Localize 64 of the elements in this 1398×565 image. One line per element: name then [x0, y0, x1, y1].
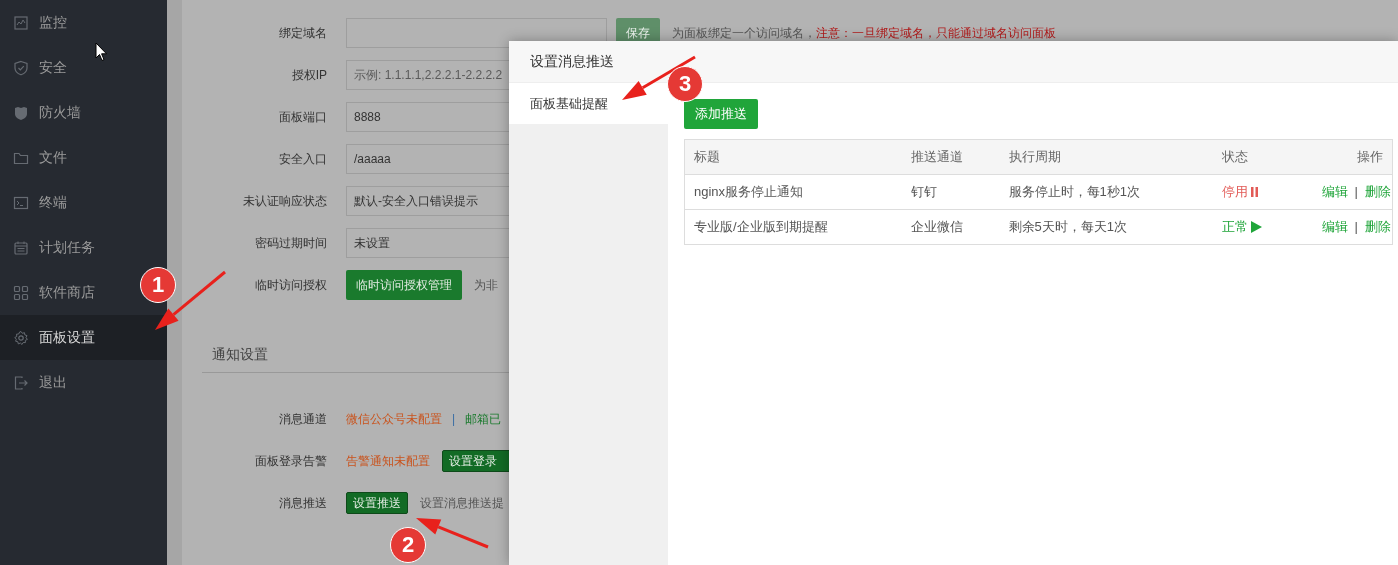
edit-link[interactable]: 编辑: [1321, 184, 1348, 199]
firewall-icon: [13, 104, 29, 121]
set-push-button[interactable]: 设置推送: [346, 492, 408, 514]
grid-icon: [13, 284, 29, 301]
column-header: 标题: [684, 139, 902, 175]
sidebar-item[interactable]: 安全: [0, 45, 75, 90]
column-header: 操作: [1312, 139, 1393, 175]
channel-status: 邮箱已: [465, 410, 502, 428]
sidebar-item[interactable]: 计划任务: [0, 225, 103, 270]
delete-link[interactable]: 删除: [1364, 219, 1391, 234]
field-label: 消息推送: [278, 494, 327, 512]
play-icon: [1250, 221, 1262, 233]
table-cell: 专业版/企业版到期提醒: [684, 209, 902, 245]
field-label: 临时访问授权: [254, 276, 327, 294]
column-header: 状态: [1212, 139, 1313, 175]
column-header: 推送通道: [901, 139, 1000, 175]
separator: |: [1354, 219, 1358, 234]
field-label: 授权IP: [290, 66, 327, 84]
table-cell: 剩余5天时，每天1次: [999, 209, 1213, 245]
edit-link[interactable]: 编辑: [1321, 219, 1348, 234]
dialog-tab[interactable]: 面板基础提醒: [509, 83, 668, 124]
sidebar-item[interactable]: 监控: [0, 0, 75, 45]
field-label: 消息通道: [278, 410, 327, 428]
hint-text: 设置消息推送提: [420, 494, 504, 512]
field-label: 安全入口: [278, 150, 327, 168]
separator: |: [452, 412, 456, 426]
calendar-icon: [13, 239, 29, 256]
shield-icon: [13, 59, 29, 76]
field-label: 绑定域名: [278, 24, 327, 42]
text-field[interactable]: [346, 18, 607, 48]
table-cell: nginx服务停止通知: [684, 174, 902, 210]
table-cell: 企业微信: [901, 209, 1000, 245]
annotation-arrow: [155, 270, 226, 330]
hint-text: 为非: [474, 276, 498, 294]
settings-icon: [13, 329, 29, 346]
chart-icon: [13, 14, 29, 31]
separator: |: [1354, 184, 1358, 199]
status-label: 停用: [1221, 183, 1258, 201]
table-cell: 服务停止时，每1秒1次: [999, 174, 1213, 210]
sidebar-item[interactable]: 防火墙: [0, 90, 89, 135]
pause-icon: [1250, 187, 1258, 197]
field-label: 密码过期时间: [254, 234, 327, 252]
warning-text: 注意：一旦绑定域名，只能通过域名访问面板: [816, 24, 1056, 42]
delete-link[interactable]: 删除: [1364, 184, 1391, 199]
sidebar-item[interactable]: 面板设置: [0, 315, 167, 360]
add-push-button[interactable]: 添加推送: [684, 99, 758, 129]
field-label: 面板登录告警: [254, 452, 327, 470]
field-label: 未认证响应状态: [242, 192, 327, 210]
field-label: 面板端口: [278, 108, 327, 126]
sidebar-item[interactable]: 退出: [0, 360, 75, 405]
column-header: 执行周期: [999, 139, 1213, 175]
manage-button[interactable]: 临时访问授权管理: [346, 270, 462, 300]
table-cell: 钉钉: [901, 174, 1000, 210]
logout-icon: [13, 374, 29, 391]
cursor-icon: [95, 42, 108, 62]
terminal-icon: [13, 194, 29, 211]
channel-status: 微信公众号未配置: [346, 410, 442, 428]
sidebar-item[interactable]: 终端: [0, 180, 75, 225]
alert-status: 告警通知未配置: [346, 452, 430, 470]
section-title: 通知设置: [212, 346, 269, 364]
sidebar-item[interactable]: 软件商店: [0, 270, 103, 315]
status-label: 正常: [1221, 218, 1262, 236]
hint-text: 为面板绑定一个访问域名，: [672, 24, 816, 42]
sidebar-item[interactable]: 文件: [0, 135, 75, 180]
